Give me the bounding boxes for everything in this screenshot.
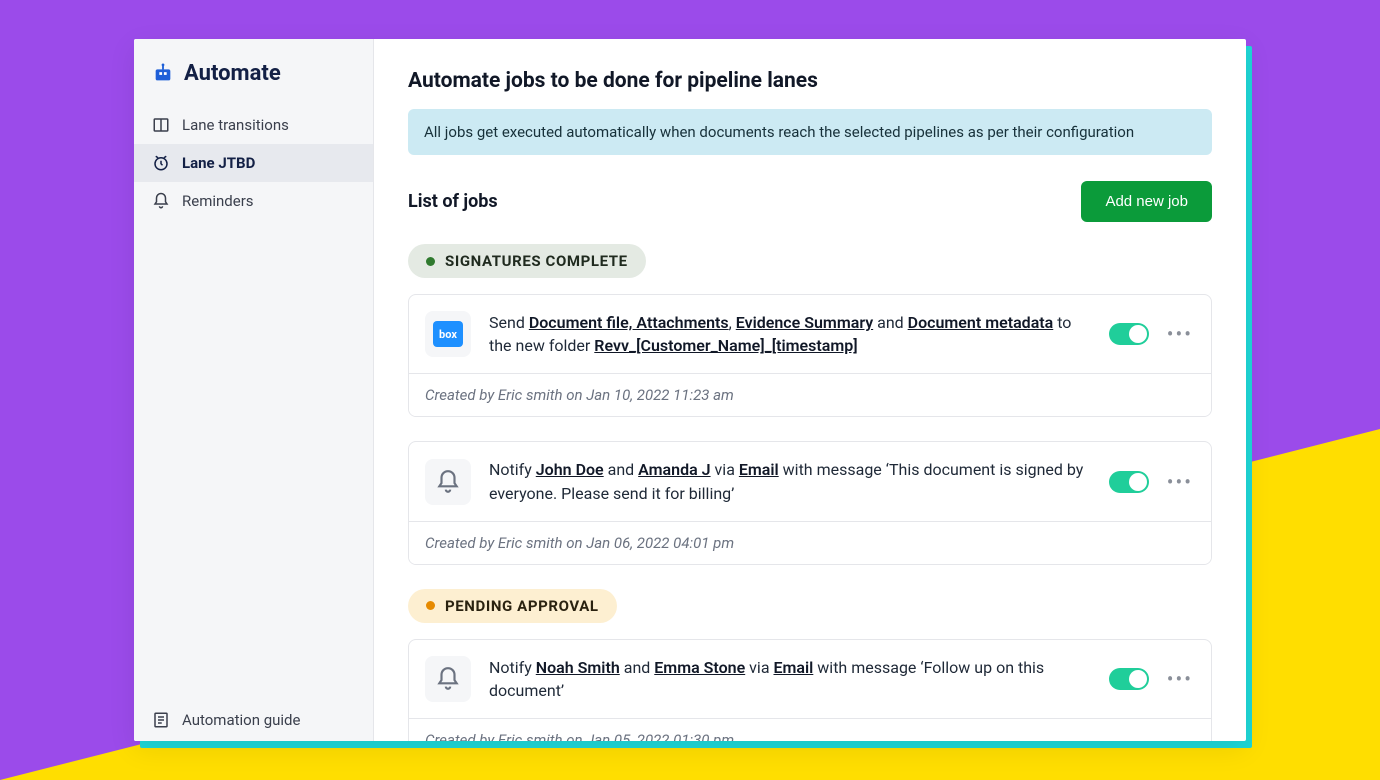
job-description-text: and xyxy=(873,313,908,332)
job-meta: Created by Eric smith on Jan 06, 2022 04… xyxy=(409,521,1211,564)
job-meta: Created by Eric smith on Jan 10, 2022 11… xyxy=(409,373,1211,416)
robot-icon xyxy=(152,63,174,85)
bell-icon xyxy=(435,469,461,495)
job-card: Notify John Doe and Amanda J via Email w… xyxy=(408,441,1212,564)
box-logo-icon: box xyxy=(433,321,463,347)
lane-pill: SIGNATURES COMPLETE xyxy=(408,244,646,278)
job-description: Notify Noah Smith and Emma Stone via Ema… xyxy=(489,656,1091,702)
job-controls: ••• xyxy=(1109,668,1193,690)
job-toggle[interactable] xyxy=(1109,471,1149,493)
job-body: box Send Document file, Attachments, Evid… xyxy=(409,295,1211,373)
sidebar-item-label: Lane transitions xyxy=(182,116,289,134)
job-more-menu[interactable]: ••• xyxy=(1167,472,1193,492)
job-controls: ••• xyxy=(1109,323,1193,345)
job-description-link[interactable]: Revv_[Customer_Name]_[timestamp] xyxy=(594,336,857,355)
page-title: Automate jobs to be done for pipeline la… xyxy=(408,69,1212,93)
sidebar-footer-label: Automation guide xyxy=(182,711,300,729)
sidebar-item-reminders[interactable]: Reminders xyxy=(134,182,373,220)
bell-icon xyxy=(152,192,170,210)
lane-name: PENDING APPROVAL xyxy=(445,597,599,615)
bell-icon xyxy=(435,666,461,692)
status-dot-icon xyxy=(426,601,435,610)
job-description-link[interactable]: Amanda J xyxy=(638,460,710,479)
job-more-menu[interactable]: ••• xyxy=(1167,324,1193,344)
box-integration-icon: box xyxy=(425,311,471,357)
job-controls: ••• xyxy=(1109,471,1193,493)
lane-name: SIGNATURES COMPLETE xyxy=(445,252,628,270)
job-body: Notify Noah Smith and Emma Stone via Ema… xyxy=(409,640,1211,718)
add-new-job-button[interactable]: Add new job xyxy=(1081,181,1212,222)
job-description-link[interactable]: Document file, Attachments xyxy=(529,313,729,332)
main-content: Automate jobs to be done for pipeline la… xyxy=(374,39,1246,741)
lane-pill: PENDING APPROVAL xyxy=(408,589,617,623)
columns-icon xyxy=(152,116,170,134)
notify-icon xyxy=(425,656,471,702)
job-description-text: and xyxy=(620,658,655,677)
job-description-link[interactable]: Document metadata xyxy=(908,313,1054,332)
job-toggle[interactable] xyxy=(1109,323,1149,345)
brand-label: Automate xyxy=(184,61,281,86)
job-card: box Send Document file, Attachments, Evid… xyxy=(408,294,1212,417)
sidebar-item-lane-jtbd[interactable]: Lane JTBD xyxy=(134,144,373,182)
status-dot-icon xyxy=(426,257,435,266)
lanes-container: SIGNATURES COMPLETE box Send Document file… xyxy=(408,244,1212,741)
job-description-text: and xyxy=(604,460,639,479)
job-description: Send Document file, Attachments, Evidenc… xyxy=(489,311,1091,357)
job-description-link[interactable]: Emma Stone xyxy=(654,658,745,677)
job-more-menu[interactable]: ••• xyxy=(1167,669,1193,689)
guide-icon xyxy=(152,711,170,729)
job-card: Notify Noah Smith and Emma Stone via Ema… xyxy=(408,639,1212,741)
job-description-link[interactable]: Email xyxy=(773,658,813,677)
job-body: Notify John Doe and Amanda J via Email w… xyxy=(409,442,1211,520)
job-toggle[interactable] xyxy=(1109,668,1149,690)
job-description-text: Send xyxy=(489,313,529,332)
info-banner: All jobs get executed automatically when… xyxy=(408,109,1212,155)
job-description-text: Notify xyxy=(489,658,536,677)
job-description-text: via xyxy=(711,460,739,479)
sidebar-item-label: Reminders xyxy=(182,192,254,210)
sidebar-item-lane-transitions[interactable]: Lane transitions xyxy=(134,106,373,144)
job-description: Notify John Doe and Amanda J via Email w… xyxy=(489,458,1091,504)
list-title: List of jobs xyxy=(408,191,498,212)
job-description-link[interactable]: John Doe xyxy=(536,460,604,479)
sidebar-footer-automation-guide[interactable]: Automation guide xyxy=(134,699,373,741)
app-window: Automate Lane transitions Lane JTBD Remi… xyxy=(134,39,1246,741)
notify-icon xyxy=(425,459,471,505)
sidebar: Automate Lane transitions Lane JTBD Remi… xyxy=(134,39,374,741)
job-description-link[interactable]: Email xyxy=(739,460,779,479)
list-header: List of jobs Add new job xyxy=(408,181,1212,222)
job-meta: Created by Eric smith on Jan 05, 2022 01… xyxy=(409,718,1211,741)
sidebar-nav: Lane transitions Lane JTBD Reminders xyxy=(134,102,373,220)
sidebar-item-label: Lane JTBD xyxy=(182,154,255,172)
job-description-text: , xyxy=(729,313,736,332)
job-description-text: via xyxy=(745,658,773,677)
job-description-text: Notify xyxy=(489,460,536,479)
clock-icon xyxy=(152,154,170,172)
brand: Automate xyxy=(134,39,373,102)
job-description-link[interactable]: Noah Smith xyxy=(536,658,620,677)
job-description-link[interactable]: Evidence Summary xyxy=(736,313,873,332)
